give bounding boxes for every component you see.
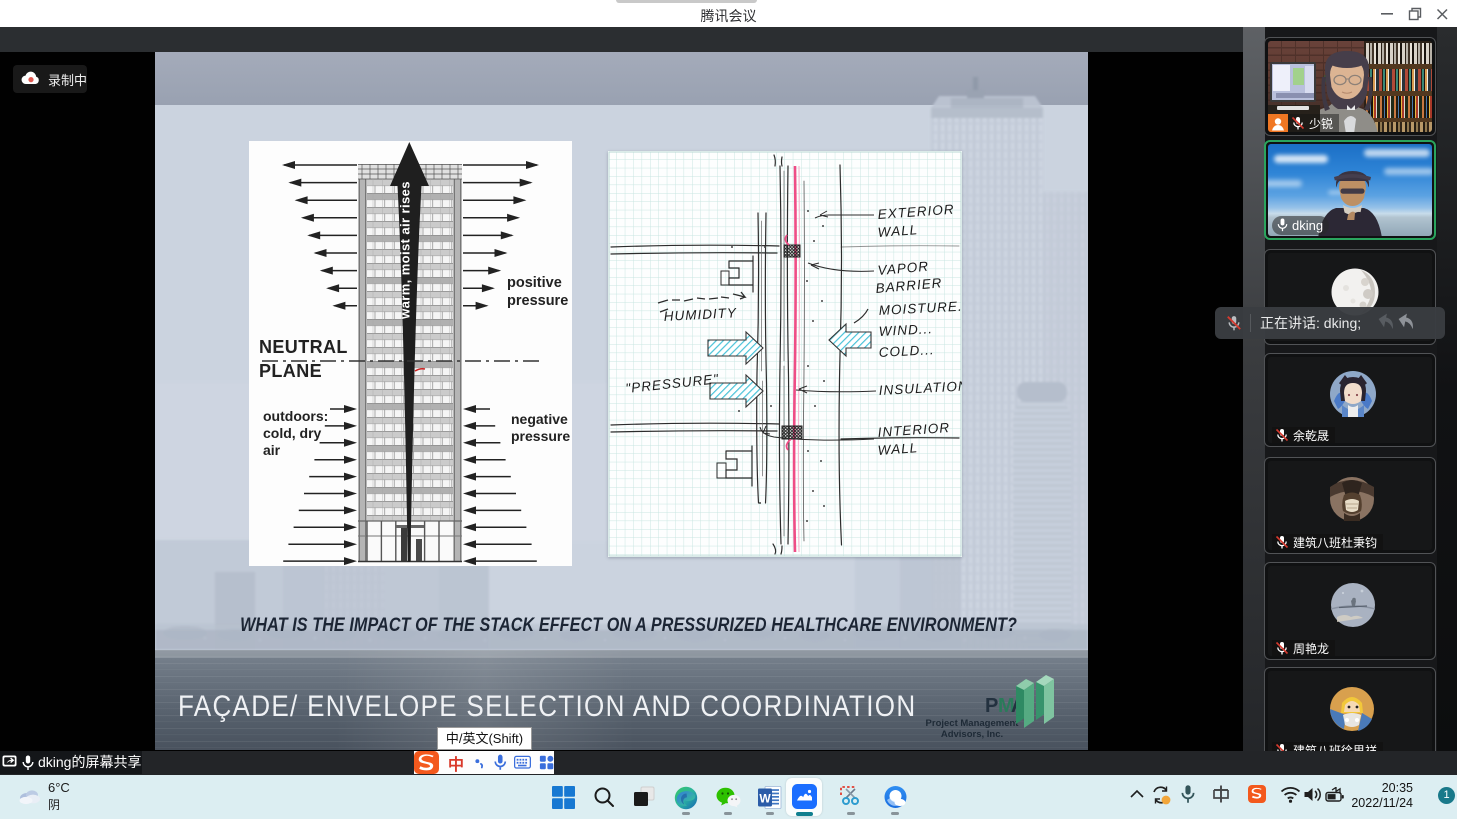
svg-text:Project Management: Project Management (926, 718, 1020, 729)
svg-text:PLANE: PLANE (259, 361, 322, 381)
svg-text:Advisors, Inc.: Advisors, Inc. (941, 729, 1003, 740)
svg-text:positive: positive (507, 275, 562, 291)
svg-text:negative: negative (511, 411, 568, 427)
svg-text:air: air (263, 442, 281, 458)
svg-text:WIND...: WIND... (878, 321, 933, 339)
svg-text:W: W (759, 792, 771, 806)
svg-text:WALL: WALL (877, 222, 918, 240)
svg-text:warm, moist air rises: warm, moist air rises (398, 181, 413, 320)
svg-text:pressure: pressure (511, 428, 570, 444)
svg-text:NEUTRAL: NEUTRAL (259, 337, 348, 357)
svg-text:P: P (985, 695, 998, 717)
svg-text:pressure: pressure (507, 293, 568, 309)
svg-text:cold, dry: cold, dry (263, 425, 322, 441)
svg-text:outdoors:: outdoors: (263, 408, 328, 424)
svg-text:COLD...: COLD... (878, 342, 934, 360)
svg-text:WALL: WALL (877, 440, 918, 458)
